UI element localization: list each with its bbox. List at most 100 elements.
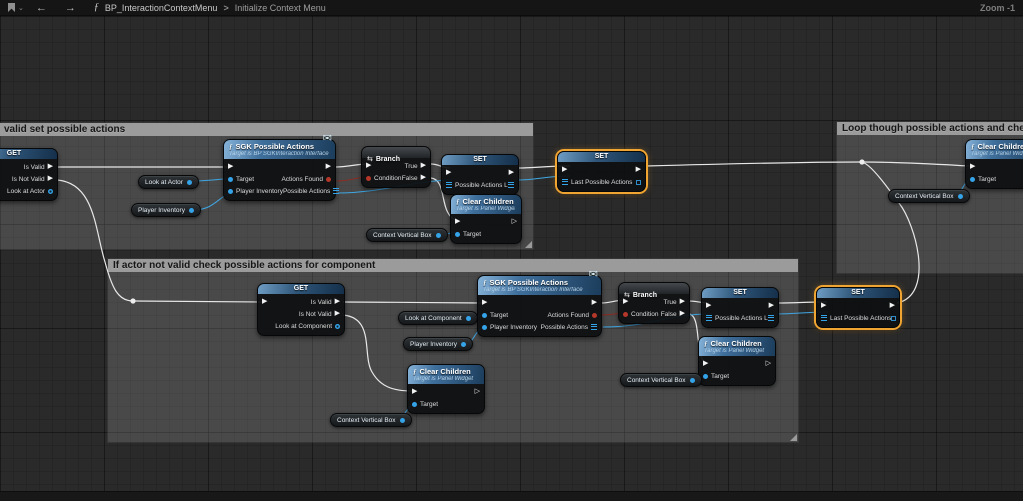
exec-out-pin[interactable] (421, 174, 426, 182)
node-clear-children[interactable]: ƒClear Children Target is Panel Widget T… (698, 336, 776, 386)
object-out-pin[interactable] (400, 418, 405, 423)
node-set-last-possible-actions[interactable]: SET Last Possible Actions (557, 151, 646, 192)
exec-in-pin[interactable] (366, 162, 371, 170)
object-out-pin[interactable] (958, 194, 963, 199)
comment-header[interactable]: Loop though possible actions and chec (837, 122, 1023, 135)
exec-out-pin[interactable] (890, 302, 895, 310)
exec-in-pin[interactable] (455, 218, 460, 226)
array-in-pin[interactable] (821, 315, 827, 321)
array-in-pin[interactable] (706, 315, 712, 321)
node-sgk-possible-actions[interactable]: ✉ ƒSGK Possible Actions Target is BP SGK… (223, 139, 336, 201)
object-in-pin[interactable] (703, 374, 708, 379)
object-in-pin[interactable] (482, 313, 487, 318)
exec-out-pin[interactable] (509, 169, 514, 177)
resize-handle[interactable] (790, 434, 797, 441)
bool-out-pin[interactable] (592, 313, 597, 318)
comment-header[interactable]: valid set possible actions (0, 123, 533, 136)
bool-out-pin[interactable] (326, 177, 331, 182)
node-header[interactable]: ƒClear Children Target is Panel Widget (451, 195, 521, 214)
node-set-last-possible-actions[interactable]: SET Last Possible Actions (816, 287, 900, 328)
object-in-pin[interactable] (970, 177, 975, 182)
object-out-pin[interactable] (436, 233, 441, 238)
exec-out-pin[interactable] (766, 360, 771, 368)
array-out-pin[interactable] (508, 182, 514, 188)
object-out-pin[interactable] (187, 180, 192, 185)
node-header[interactable]: ƒClear Children Target is Panel Widget (966, 140, 1023, 159)
array-out-pin[interactable] (891, 316, 896, 321)
var-context-vertical-box[interactable]: Context Vertical Box (888, 189, 970, 203)
exec-out-pin[interactable] (680, 298, 685, 306)
exec-out-pin[interactable] (475, 388, 480, 396)
array-out-pin[interactable] (768, 315, 774, 321)
array-out-pin[interactable] (591, 324, 597, 330)
node-header[interactable]: ⇆Branch (362, 147, 430, 158)
exec-out-pin[interactable] (48, 175, 53, 183)
node-header[interactable]: SET (702, 288, 778, 298)
resize-handle[interactable] (525, 241, 532, 248)
object-out-pin[interactable] (466, 316, 471, 321)
back-button[interactable]: ← (30, 1, 53, 15)
var-look-at-component[interactable]: Look at Component (398, 311, 478, 325)
chevron-down-icon[interactable]: ⌄ (18, 4, 24, 12)
node-sgk-possible-actions[interactable]: ✉ ƒSGK Possible Actions Target is BP SGK… (477, 275, 602, 337)
exec-in-pin[interactable] (970, 163, 975, 171)
exec-out-pin[interactable] (335, 298, 340, 306)
node-header[interactable]: SET (558, 152, 645, 162)
exec-out-pin[interactable] (592, 299, 597, 307)
var-context-vertical-box[interactable]: Context Vertical Box (366, 228, 448, 242)
node-set-possible-actions-l[interactable]: SET Possible Actions L (441, 154, 519, 195)
breadcrumb-current[interactable]: Initialize Context Menu (235, 3, 326, 13)
object-in-pin[interactable] (482, 325, 487, 330)
node-branch[interactable]: ⇆Branch True Condition False (361, 146, 431, 188)
exec-in-pin[interactable] (562, 166, 567, 174)
object-out-pin[interactable] (48, 189, 53, 194)
exec-in-pin[interactable] (703, 360, 708, 368)
exec-out-pin[interactable] (636, 166, 641, 174)
object-in-pin[interactable] (228, 189, 233, 194)
node-get-isvalid-actor[interactable]: GET Is Valid Is Not Valid Look at Actor (0, 148, 58, 201)
bool-in-pin[interactable] (366, 176, 371, 181)
node-branch[interactable]: ⇆Branch True Condition False (618, 282, 690, 324)
exec-out-pin[interactable] (335, 310, 340, 318)
bool-in-pin[interactable] (623, 312, 628, 317)
object-out-pin[interactable] (189, 208, 194, 213)
node-get-isvalid-component[interactable]: GET Is Valid Is Not Valid Look at Compon… (257, 283, 345, 336)
exec-in-pin[interactable] (482, 299, 487, 307)
exec-out-pin[interactable] (680, 310, 685, 318)
exec-in-pin[interactable] (262, 298, 267, 306)
node-header[interactable]: GET (258, 284, 344, 294)
node-clear-children[interactable]: ƒClear Children Target is Panel Widget T… (407, 364, 485, 414)
exec-in-pin[interactable] (706, 302, 711, 310)
node-header[interactable]: ƒClear Children Target is Panel Widget (699, 337, 775, 356)
node-header[interactable]: ⇆Branch (619, 283, 689, 294)
node-header[interactable]: SET (442, 155, 518, 165)
array-out-pin[interactable] (636, 180, 641, 185)
node-clear-children[interactable]: ƒClear Children Target is Panel Widget T… (965, 139, 1023, 189)
var-context-vertical-box[interactable]: Context Vertical Box (330, 413, 412, 427)
node-header[interactable]: ƒSGK Possible Actions Target is BP SGKIn… (224, 140, 335, 159)
node-header[interactable]: GET (0, 149, 57, 159)
exec-out-pin[interactable] (326, 163, 331, 171)
array-out-pin[interactable] (333, 188, 339, 194)
exec-out-pin[interactable] (769, 302, 774, 310)
exec-out-pin[interactable] (421, 162, 426, 170)
node-header[interactable]: ƒSGK Possible Actions Target is BP SGKIn… (478, 276, 601, 295)
exec-out-pin[interactable] (48, 163, 53, 171)
var-player-inventory[interactable]: Player Inventory (131, 203, 201, 217)
node-set-possible-actions-l[interactable]: SET Possible Actions L (701, 287, 779, 328)
var-look-at-actor[interactable]: Look at Actor (138, 175, 199, 189)
var-player-inventory[interactable]: Player Inventory (403, 337, 473, 351)
exec-in-pin[interactable] (623, 298, 628, 306)
node-header[interactable]: ƒClear Children Target is Panel Widget (408, 365, 484, 384)
object-out-pin[interactable] (335, 324, 340, 329)
var-context-vertical-box[interactable]: Context Vertical Box (620, 373, 702, 387)
node-header[interactable]: SET (817, 288, 899, 298)
object-out-pin[interactable] (461, 342, 466, 347)
object-in-pin[interactable] (228, 177, 233, 182)
exec-in-pin[interactable] (821, 302, 826, 310)
exec-out-pin[interactable] (512, 218, 517, 226)
node-clear-children[interactable]: ƒClear Children Target is Panel Widget T… (450, 194, 522, 244)
array-in-pin[interactable] (562, 179, 568, 185)
exec-in-pin[interactable] (228, 163, 233, 171)
forward-button[interactable]: → (59, 1, 82, 15)
